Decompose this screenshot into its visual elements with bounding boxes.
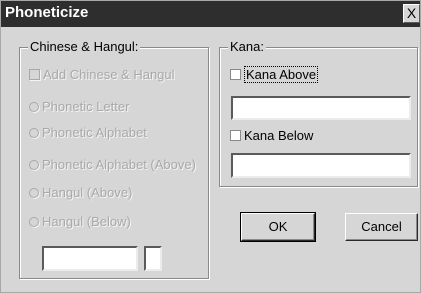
dialog-title: Phoneticize <box>5 4 89 21</box>
chinese-text-field[interactable] <box>42 246 138 271</box>
chinese-small-field[interactable] <box>144 246 162 271</box>
ok-button[interactable]: OK <box>240 212 316 242</box>
checkbox-box <box>230 130 241 141</box>
add-chinese-hangul-label: Add Chinese & Hangul <box>43 67 175 82</box>
radio-circle <box>29 160 39 170</box>
radio-circle <box>29 188 39 198</box>
checkbox-box <box>29 69 40 80</box>
radio-circle <box>29 217 39 227</box>
radio-phonetic-alphabet[interactable]: Phonetic Alphabet <box>29 125 147 140</box>
checkbox-box <box>230 69 241 80</box>
radio-circle <box>29 128 39 138</box>
radio-label: Hangul (Below) <box>42 214 131 229</box>
kana-below-label: Kana Below <box>244 128 314 143</box>
title-bar: Phoneticize X <box>1 1 420 27</box>
phoneticize-dialog: Phoneticize X Chinese & Hangul: Add Chin… <box>0 0 421 293</box>
kana-above-checkbox[interactable]: Kana Above <box>230 66 319 83</box>
kana-above-label: Kana Above <box>244 66 319 83</box>
radio-phonetic-alphabet-above[interactable]: Phonetic Alphabet (Above) <box>29 157 196 172</box>
close-button[interactable]: X <box>403 4 420 23</box>
radio-phonetic-letter[interactable]: Phonetic Letter <box>29 99 129 114</box>
kana-above-field[interactable] <box>231 96 411 120</box>
chinese-hangul-legend: Chinese & Hangul: <box>28 39 141 54</box>
radio-label: Phonetic Alphabet <box>42 125 147 140</box>
radio-label: Phonetic Letter <box>42 99 130 114</box>
add-chinese-hangul-checkbox[interactable]: Add Chinese & Hangul <box>29 67 175 82</box>
radio-label: Phonetic Alphabet (Above) <box>42 157 196 172</box>
kana-below-checkbox[interactable]: Kana Below <box>230 128 313 143</box>
kana-legend: Kana: <box>228 39 266 54</box>
kana-below-field[interactable] <box>231 153 411 178</box>
radio-circle <box>29 102 39 112</box>
cancel-button[interactable]: Cancel <box>345 213 418 241</box>
radio-label: Hangul (Above) <box>42 185 133 200</box>
radio-hangul-below[interactable]: Hangul (Below) <box>29 214 131 229</box>
radio-hangul-above[interactable]: Hangul (Above) <box>29 185 132 200</box>
